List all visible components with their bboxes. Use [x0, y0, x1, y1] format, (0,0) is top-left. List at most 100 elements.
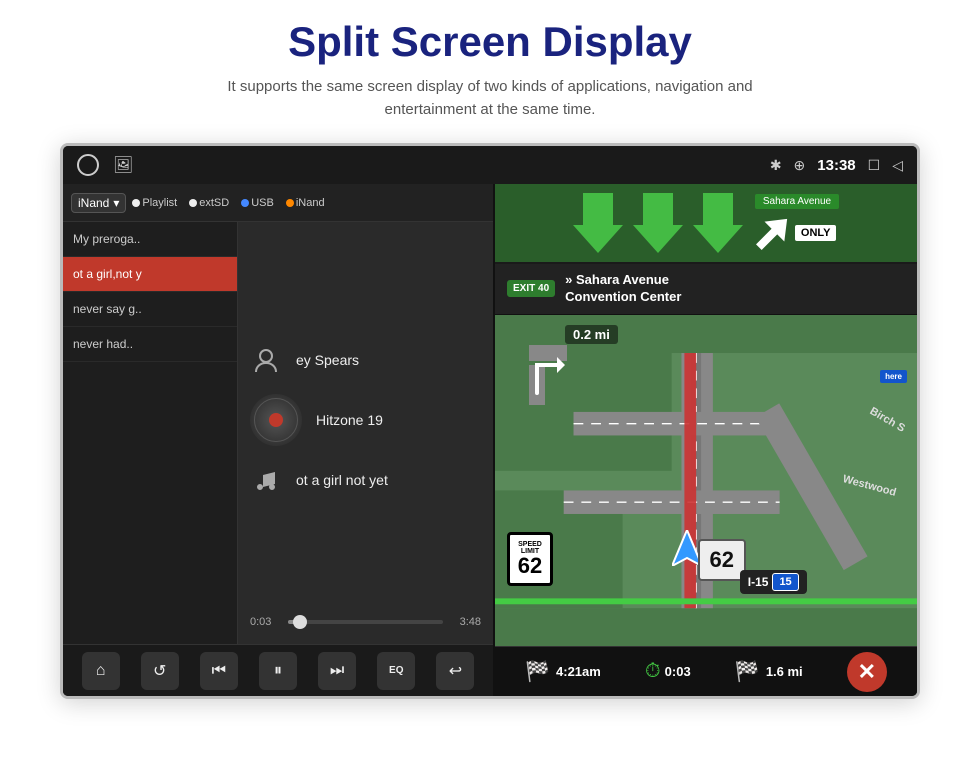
sahara-sign: Sahara Avenue: [755, 194, 839, 209]
dot-extsd-icon: [189, 199, 197, 207]
highway-sign: I-15 15: [740, 570, 807, 594]
artist-row: ey Spears: [250, 340, 481, 380]
dot-inand-icon: [286, 199, 294, 207]
home-circle-icon: [77, 154, 99, 176]
speed-display: 62: [698, 539, 746, 581]
down-arrow-1: [573, 193, 623, 253]
playlist-item-1[interactable]: ot a girl,not y: [63, 257, 237, 292]
tab-extsd-label: extSD: [199, 197, 229, 209]
direction-signs: Sahara Avenue ONLY: [755, 194, 839, 253]
left-panel: iNand ▾ Playlist extSD: [63, 184, 493, 696]
speed-limit-sign: SPEED LIMIT 62: [507, 532, 553, 586]
play-pause-icon: ⏸: [274, 662, 282, 680]
right-panel: Sahara Avenue ONLY EXIT 40 » Sahara Aven…: [495, 184, 917, 696]
duration-text: 0:03: [665, 664, 691, 679]
tab-extsd[interactable]: extSD: [189, 197, 229, 209]
up-right-arrow: [755, 213, 791, 253]
music-note-icon: [250, 464, 282, 496]
home-icon: ⌂: [96, 662, 106, 680]
only-sign-row: ONLY: [755, 213, 839, 253]
map-direction-top: Sahara Avenue ONLY: [495, 184, 917, 264]
exit-badge: EXIT 40: [507, 280, 555, 297]
source-dropdown[interactable]: iNand ▾: [71, 193, 126, 213]
playlist-item-2[interactable]: never say g..: [63, 292, 237, 327]
close-icon: ✕: [858, 659, 876, 685]
eq-button[interactable]: EQ: [377, 652, 415, 690]
progress-thumb: [293, 615, 307, 629]
bluetooth-icon: ✱: [770, 157, 782, 174]
page-container: Split Screen Display It supports the sam…: [0, 0, 980, 699]
status-right: ✱ ⊕ 13:38 ☐ ◁: [770, 157, 903, 174]
tab-playlist[interactable]: Playlist: [132, 197, 177, 209]
duration-block: ⏱ 0:03: [645, 660, 691, 683]
source-selector: iNand ▾ Playlist extSD: [63, 184, 493, 222]
eta-time: 4:21am: [556, 664, 601, 679]
eta-block: 🏁 4:21am: [525, 659, 601, 684]
nav-bottom-bar: 🏁 4:21am ⏱ 0:03 🏁 1.6 mi: [495, 646, 917, 696]
repeat-button[interactable]: ↺: [141, 652, 179, 690]
now-playing-info: ey Spears Hitzone 19: [250, 232, 481, 608]
distance-block: 🏁 1.6 mi: [735, 659, 803, 684]
only-label: ONLY: [795, 225, 837, 241]
speed-limit-label: SPEED: [518, 541, 542, 548]
track-row: ot a girl not yet: [250, 460, 481, 500]
progress-bar-container: 0:03 3:48: [250, 616, 481, 628]
dot-playlist-icon: [132, 199, 140, 207]
eta-info: 4:21am: [556, 664, 601, 679]
status-time: 13:38: [817, 157, 855, 174]
down-arrow-2: [633, 193, 683, 253]
album-art-ring: [254, 398, 298, 442]
split-area: iNand ▾ Playlist extSD: [63, 184, 917, 696]
arrow-container: [573, 193, 743, 253]
map-instruction: EXIT 40 » Sahara Avenue Convention Cente…: [495, 264, 917, 315]
nav-close-button[interactable]: ✕: [847, 652, 887, 692]
prev-icon: ⏮: [212, 662, 226, 680]
image-icon: 🖼: [113, 155, 133, 175]
status-left: 🖼: [77, 154, 133, 176]
down-arrow-3: [693, 193, 743, 253]
tab-inand[interactable]: iNand: [286, 197, 325, 209]
now-playing: ey Spears Hitzone 19: [238, 222, 493, 644]
instruction-sub: Convention Center: [565, 289, 681, 306]
playlist-item-3[interactable]: never had..: [63, 327, 237, 362]
next-button[interactable]: ⏭: [318, 652, 356, 690]
device-frame: 🖼 ✱ ⊕ 13:38 ☐ ◁ iNand ▾: [60, 143, 920, 699]
distance-top: 0.2 mi: [565, 325, 618, 344]
album-row: Hitzone 19: [250, 390, 481, 450]
prev-button[interactable]: ⏮: [200, 652, 238, 690]
speed-limit-num: 62: [518, 555, 542, 577]
progress-section: 0:03 3:48: [250, 608, 481, 634]
status-bar: 🖼 ✱ ⊕ 13:38 ☐ ◁: [63, 146, 917, 184]
window-icon: ☐: [868, 157, 881, 174]
map-canvas[interactable]: 0.2 mi here Birch S Westwood SPEED LIMIT…: [495, 315, 917, 646]
controls-bar: ⌂ ↺ ⏮ ⏸ ⏭ EQ: [63, 644, 493, 696]
tab-usb-label: USB: [251, 197, 274, 209]
back-icon: ↩: [449, 661, 462, 681]
artist-text: ey Spears: [296, 352, 359, 368]
tab-inand-label: iNand: [296, 197, 325, 209]
album-text: Hitzone 19: [316, 412, 383, 428]
tab-playlist-label: Playlist: [142, 197, 177, 209]
eq-label: EQ: [389, 665, 403, 676]
repeat-icon: ↺: [153, 661, 166, 681]
play-pause-button[interactable]: ⏸: [259, 652, 297, 690]
playlist-item-0[interactable]: My preroga..: [63, 222, 237, 257]
progress-bar[interactable]: [288, 620, 443, 624]
back-button[interactable]: ↩: [436, 652, 474, 690]
instruction-text-block: » Sahara Avenue Convention Center: [565, 272, 681, 306]
instruction-main: » Sahara Avenue: [565, 272, 681, 289]
source-dropdown-label: iNand: [78, 196, 109, 210]
home-button[interactable]: ⌂: [82, 652, 120, 690]
tab-usb[interactable]: USB: [241, 197, 274, 209]
map-turn-icon: [507, 335, 567, 405]
page-title: Split Screen Display: [288, 18, 692, 66]
here-logo: here: [880, 370, 907, 383]
dropdown-chevron-icon: ▾: [113, 196, 119, 210]
progress-time-total: 3:48: [451, 616, 481, 628]
clock-icon: ⏱: [645, 660, 661, 683]
flag-start-icon: 🏁: [525, 659, 550, 684]
next-icon: ⏭: [330, 662, 344, 680]
track-text: ot a girl not yet: [296, 472, 388, 488]
location-icon: ⊕: [794, 157, 806, 174]
page-subtitle: It supports the same screen display of t…: [210, 76, 770, 121]
